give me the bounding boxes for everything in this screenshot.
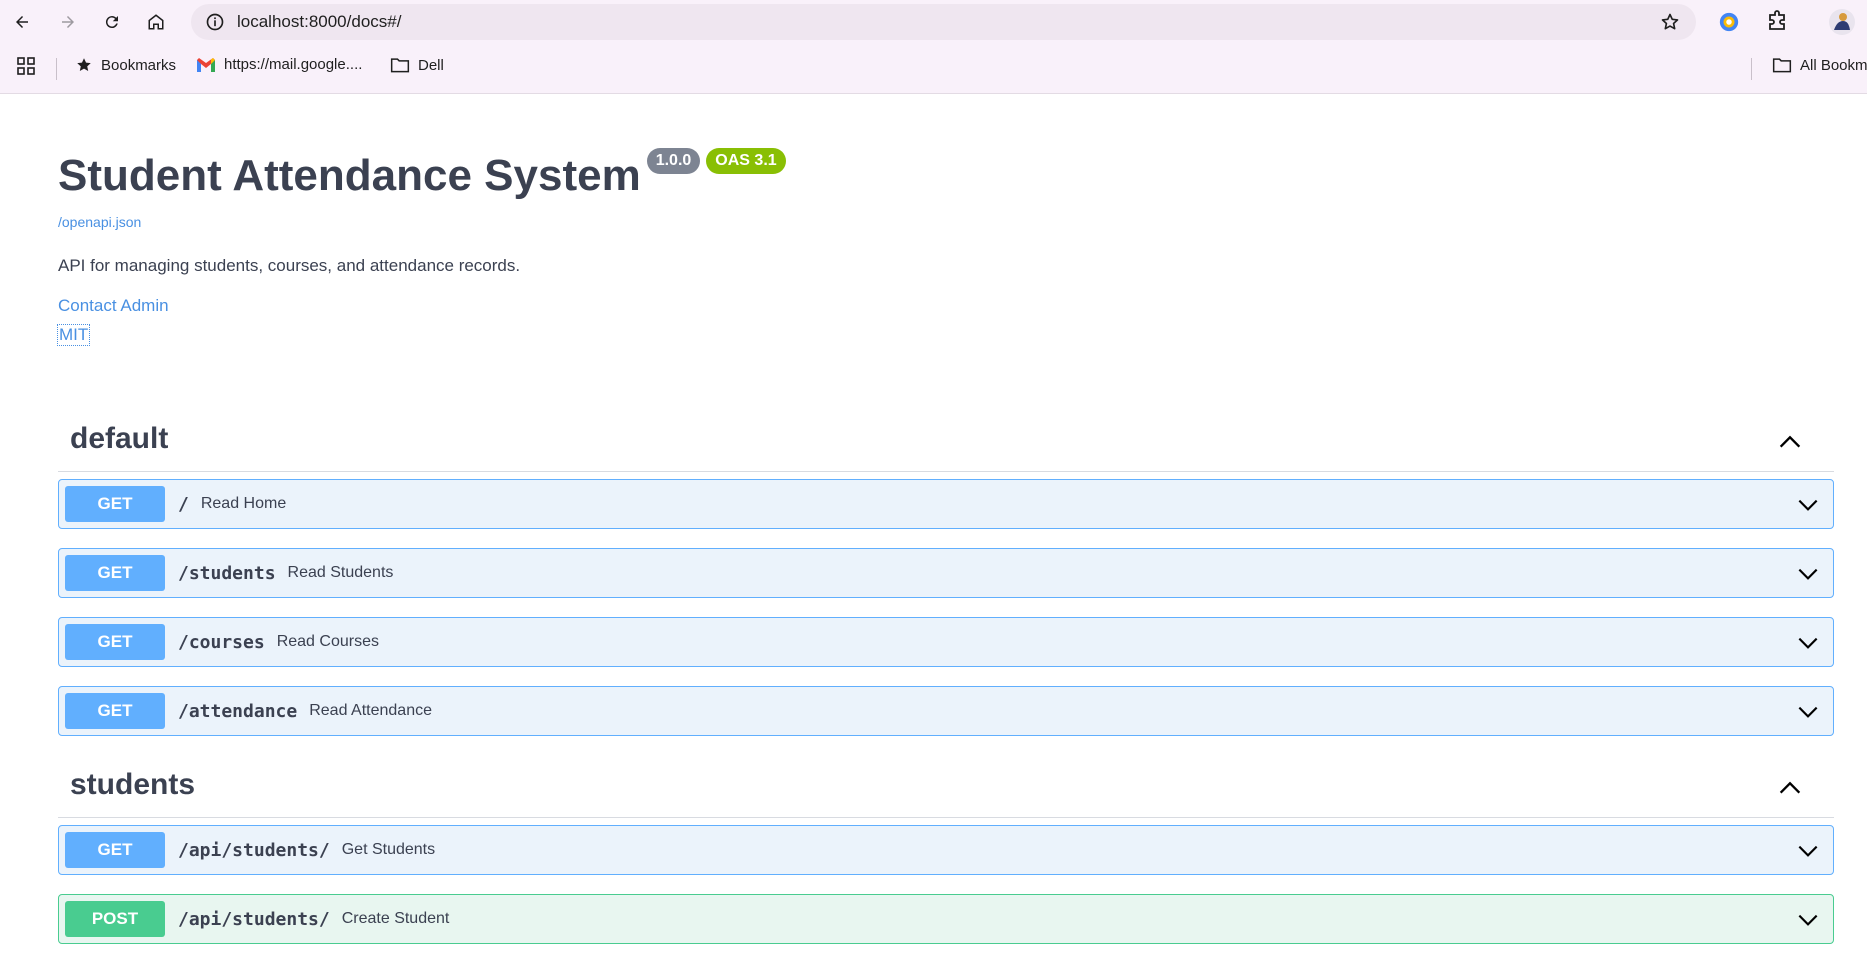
- oas-badge: OAS 3.1: [706, 148, 786, 174]
- extensions-button[interactable]: [1765, 8, 1789, 36]
- chevron-down-icon[interactable]: [1795, 838, 1821, 864]
- operation-path: /attendance: [178, 700, 298, 722]
- bookmark-dell-folder[interactable]: Dell: [390, 56, 444, 74]
- apps-grid-icon: [17, 57, 35, 75]
- site-info-icon[interactable]: [197, 4, 233, 40]
- bookmarks-bar: Bookmarks https://mail.google.... Dell A…: [0, 44, 1867, 94]
- reload-button[interactable]: [92, 6, 132, 38]
- chevron-down-icon[interactable]: [1795, 699, 1821, 725]
- operation-get-students[interactable]: GET /students Read Students: [58, 548, 1834, 598]
- bookmark-divider: [1751, 58, 1752, 80]
- operation-get-attendance[interactable]: GET /attendance Read Attendance: [58, 686, 1834, 736]
- operation-get-api-students[interactable]: GET /api/students/ Get Students: [58, 825, 1834, 875]
- bookmark-gmail[interactable]: https://mail.google....: [196, 56, 362, 73]
- bookmark-label: Dell: [418, 56, 444, 74]
- folder-icon: [1772, 58, 1792, 73]
- version-badge: 1.0.0: [646, 148, 701, 174]
- operation-path: /api/students/: [178, 908, 330, 930]
- method-badge: POST: [65, 901, 165, 937]
- bookmark-star-icon[interactable]: [1660, 12, 1680, 37]
- openapi-json-link[interactable]: /openapi.json: [58, 214, 141, 230]
- operation-get-root[interactable]: GET / Read Home: [58, 479, 1834, 529]
- arrow-left-icon: [16, 16, 28, 28]
- info-title-row: Student Attendance System 1.0.0 OAS 3.1: [58, 148, 786, 200]
- operation-summary: Get Students: [341, 841, 436, 858]
- all-bookmarks[interactable]: All Bookm: [1772, 56, 1867, 74]
- colorful-extension-icon: [1719, 12, 1739, 32]
- browser-toolbar: localhost:8000/docs#/: [0, 0, 1867, 44]
- back-button[interactable]: [2, 6, 42, 38]
- chevron-up-icon[interactable]: [1776, 428, 1804, 456]
- bookmark-bookmarks[interactable]: Bookmarks: [75, 56, 176, 74]
- operation-post-api-students[interactable]: POST /api/students/ Create Student: [58, 894, 1834, 944]
- tag-section-default[interactable]: default: [58, 414, 1834, 472]
- tag-title: students: [70, 768, 196, 801]
- operation-path: /students: [178, 562, 276, 584]
- api-description: API for managing students, courses, and …: [58, 256, 521, 275]
- tag-title: default: [70, 422, 169, 455]
- method-badge: GET: [65, 693, 165, 729]
- method-badge: GET: [65, 624, 165, 660]
- chevron-down-icon[interactable]: [1795, 907, 1821, 933]
- arrow-right-icon: [62, 16, 74, 28]
- bookmark-label: Bookmarks: [101, 56, 177, 74]
- all-bookmarks-label: All Bookm: [1800, 56, 1867, 74]
- extension-icon-1[interactable]: [1718, 8, 1740, 36]
- operation-summary: Read Attendance: [309, 702, 432, 719]
- profile-avatar[interactable]: [1828, 8, 1856, 36]
- chevron-up-icon[interactable]: [1776, 774, 1804, 802]
- method-badge: GET: [65, 555, 165, 591]
- forward-button[interactable]: [48, 6, 88, 38]
- operation-summary: Read Home: [200, 495, 287, 512]
- method-badge: GET: [65, 832, 165, 868]
- gmail-icon: [197, 57, 215, 72]
- bookmark-divider: [56, 58, 57, 80]
- license-link[interactable]: MIT: [56, 324, 91, 346]
- tag-section-students[interactable]: students: [58, 760, 1834, 818]
- url-text[interactable]: localhost:8000/docs#/: [237, 12, 401, 32]
- address-bar[interactable]: localhost:8000/docs#/: [191, 4, 1696, 40]
- reload-icon: [105, 16, 118, 29]
- home-button[interactable]: [136, 6, 176, 38]
- operation-path: /: [178, 493, 189, 515]
- operation-get-courses[interactable]: GET /courses Read Courses: [58, 617, 1834, 667]
- operation-summary: Read Courses: [276, 633, 379, 650]
- operation-summary: Create Student: [341, 910, 450, 927]
- folder-icon: [390, 58, 410, 73]
- star-icon: [77, 58, 91, 71]
- page-title: Student Attendance System: [58, 151, 641, 200]
- bookmark-label: https://mail.google....: [224, 56, 363, 73]
- puzzle-icon: [1769, 10, 1785, 30]
- operation-path: /api/students/: [178, 839, 330, 861]
- operation-summary: Read Students: [287, 564, 394, 581]
- apps-button[interactable]: [16, 56, 36, 76]
- method-badge: GET: [65, 486, 165, 522]
- contact-link[interactable]: Contact Admin: [58, 296, 169, 316]
- chevron-down-icon[interactable]: [1795, 561, 1821, 587]
- avatar-icon: [1829, 9, 1855, 35]
- chevron-down-icon[interactable]: [1795, 492, 1821, 518]
- home-icon: [148, 14, 164, 30]
- operation-path: /courses: [178, 631, 265, 653]
- chevron-down-icon[interactable]: [1795, 630, 1821, 656]
